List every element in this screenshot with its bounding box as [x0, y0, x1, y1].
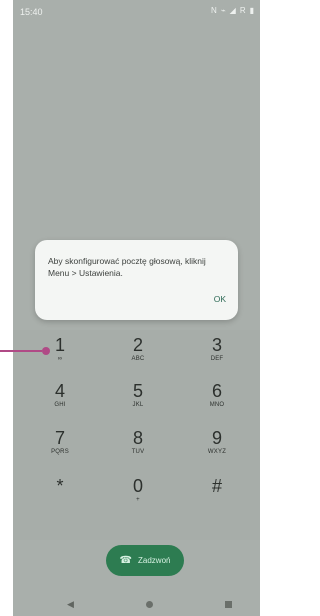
key-9[interactable]: 9 WXYZ	[176, 427, 258, 469]
key-digit: *	[56, 476, 64, 496]
key-letters: MNO	[209, 402, 225, 408]
network-label-icon: N	[211, 6, 217, 15]
key-digit: 4	[54, 381, 65, 401]
key-digit: 7	[54, 428, 65, 448]
back-icon[interactable]: ◀	[67, 599, 75, 609]
key-0[interactable]: 0 +	[97, 475, 179, 517]
key-letters: DEF	[210, 356, 224, 362]
ok-button[interactable]: OK	[214, 294, 226, 304]
key-star[interactable]: *	[19, 475, 101, 517]
key-digit: #	[211, 476, 222, 496]
call-button-label: Zadzwoń	[138, 556, 171, 565]
status-icons: N ⌁ ◢ R ▮	[211, 6, 254, 16]
key-digit: 8	[132, 428, 143, 448]
key-digit: 0	[132, 476, 143, 496]
key-2[interactable]: 2 ABC	[97, 334, 179, 376]
pointer-dot	[42, 347, 50, 355]
key-digit: 9	[211, 428, 222, 448]
key-letters: +	[136, 497, 140, 503]
navigation-bar: ◀	[13, 590, 260, 616]
roaming-label-icon: R	[239, 6, 246, 15]
key-letters: ∞	[57, 356, 63, 362]
wifi-icon: ⌁	[220, 6, 226, 15]
key-4[interactable]: 4 GHI	[19, 380, 101, 422]
key-letters: WXYZ	[207, 449, 227, 455]
key-3[interactable]: 3 DEF	[176, 334, 258, 376]
key-5[interactable]: 5 JKL	[97, 380, 179, 422]
key-digit: 3	[211, 335, 222, 355]
phone-screen: 15:40 N ⌁ ◢ R ▮ Aby skonfigurować pocztę…	[13, 0, 260, 616]
key-6[interactable]: 6 MNO	[176, 380, 258, 422]
recent-apps-icon[interactable]	[225, 601, 232, 608]
key-7[interactable]: 7 PQRS	[19, 427, 101, 469]
key-digit: 1	[54, 335, 65, 355]
phone-icon: ☎	[119, 555, 132, 566]
key-digit: 5	[132, 381, 143, 401]
key-8[interactable]: 8 TUV	[97, 427, 179, 469]
battery-icon: ▮	[249, 6, 254, 15]
key-letters: PQRS	[51, 449, 69, 455]
key-digit: 6	[211, 381, 222, 401]
home-icon[interactable]	[146, 601, 153, 608]
status-bar: 15:40 N ⌁ ◢ R ▮	[13, 0, 260, 22]
status-time: 15:40	[20, 7, 43, 17]
call-button[interactable]: ☎ Zadzwoń	[106, 545, 184, 576]
key-letters: JKL	[132, 402, 144, 408]
key-1[interactable]: 1 ∞	[19, 334, 101, 376]
pointer-line	[0, 350, 42, 352]
dialer-keypad: 1 ∞ 2 ABC 3 DEF 4 GHI 5 JKL 6 MNO 7 PQRS…	[13, 330, 260, 540]
key-letters: ABC	[131, 356, 145, 362]
voicemail-dialog: Aby skonfigurować pocztę głosową, klikni…	[35, 240, 238, 320]
signal-icon: ◢	[229, 6, 236, 15]
key-letters: GHI	[54, 402, 66, 408]
key-letters: TUV	[131, 449, 145, 455]
key-digit: 2	[132, 335, 143, 355]
dialog-message: Aby skonfigurować pocztę głosową, klikni…	[48, 256, 206, 278]
key-hash[interactable]: #	[176, 475, 258, 517]
